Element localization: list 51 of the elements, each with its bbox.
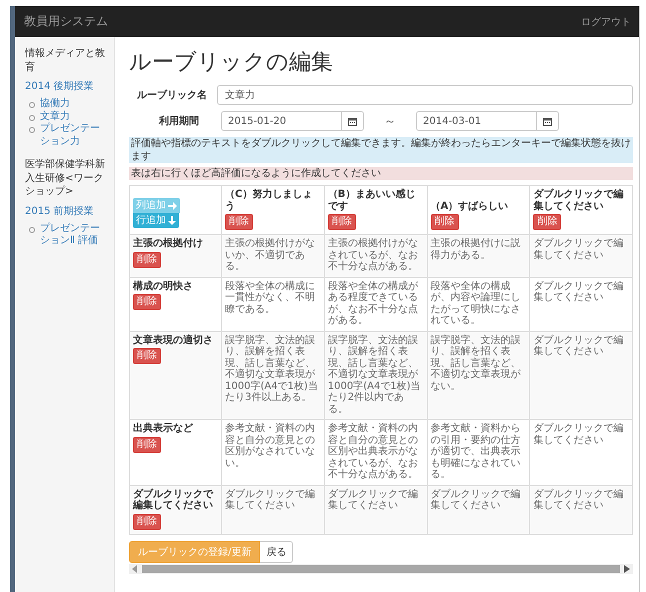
delete-button[interactable]: 削除 xyxy=(225,214,253,230)
logout-link[interactable]: ログアウト xyxy=(581,14,631,28)
level-heading[interactable]: （C）努力しましょう xyxy=(225,189,321,212)
criterion-label[interactable]: 構成の明快さ xyxy=(133,280,218,292)
delete-button[interactable]: 削除 xyxy=(133,348,161,364)
notice-text: 評価軸や指標のテキストをダブルクリックして編集できます。編集が終わったらエンターキーで編集状態を抜けます xyxy=(129,137,633,163)
bullet-icon xyxy=(29,114,35,120)
bullet-icon xyxy=(29,102,35,108)
rubric-link[interactable]: プレゼンテーションⅡ 評価 xyxy=(40,222,108,248)
start-date-field[interactable]: 2015-01-20 xyxy=(221,111,342,131)
app-title[interactable]: 教員用システム xyxy=(24,13,108,30)
end-date-field[interactable]: 2014-03-01 xyxy=(416,111,537,131)
calendar-button[interactable] xyxy=(342,111,364,131)
level-heading[interactable]: ダブルクリックで編集してください xyxy=(533,189,629,212)
calendar-button[interactable] xyxy=(537,111,559,131)
rubric-link[interactable]: プレゼンテーション力 xyxy=(40,123,108,148)
delete-button[interactable]: 削除 xyxy=(133,436,161,452)
right-arrow-icon xyxy=(168,202,177,210)
delete-button[interactable]: 削除 xyxy=(133,514,161,530)
delete-button[interactable]: 削除 xyxy=(328,214,356,230)
level-heading[interactable]: （A）すばらしい xyxy=(430,200,526,212)
range-separator: ～ xyxy=(384,112,396,130)
rubric-link[interactable]: 文章力 xyxy=(40,110,70,123)
notice-text: 表は右に行くほど高評価になるように作成してください xyxy=(129,167,633,180)
criterion-label[interactable]: 文章表現の適切さ xyxy=(133,334,218,346)
delete-button[interactable]: 削除 xyxy=(533,214,562,230)
term-link[interactable]: 2014 後期授業 xyxy=(25,79,94,93)
horizontal-scrollbar[interactable] xyxy=(129,564,633,574)
delete-button[interactable]: 削除 xyxy=(430,214,458,230)
term-link[interactable]: 2015 前期授業 xyxy=(25,204,94,218)
delete-button[interactable]: 削除 xyxy=(133,294,161,310)
course-title: 医学部保健学科新入生研修<ワークショップ> xyxy=(25,158,106,198)
page-title: ルーブリックの編集 xyxy=(129,49,334,77)
rubric-name-field[interactable]: 文章力 xyxy=(217,85,633,105)
bullet-icon xyxy=(29,127,35,133)
scroll-right-icon[interactable] xyxy=(624,564,630,572)
scrollbar-thumb[interactable] xyxy=(142,564,620,572)
calendar-icon xyxy=(348,116,357,126)
bullet-icon xyxy=(29,226,35,232)
calendar-icon xyxy=(543,116,552,126)
back-button[interactable]: 戻る xyxy=(260,540,294,562)
delete-button[interactable]: 削除 xyxy=(133,252,161,268)
course-title: 情報メディアと教育 xyxy=(25,47,106,74)
rubric-link[interactable]: 協働力 xyxy=(40,98,70,110)
criterion-label[interactable]: 主張の根拠付け xyxy=(133,238,218,250)
down-arrow-icon xyxy=(168,216,176,225)
criterion-label[interactable]: ダブルクリックで編集してください xyxy=(133,488,218,512)
field-label: ルーブリック名 xyxy=(136,88,207,102)
criterion-label[interactable]: 出典表示など xyxy=(133,423,218,434)
level-heading[interactable]: （B）まあいい感じです xyxy=(328,189,424,212)
field-label: 利用期間 xyxy=(158,114,199,128)
